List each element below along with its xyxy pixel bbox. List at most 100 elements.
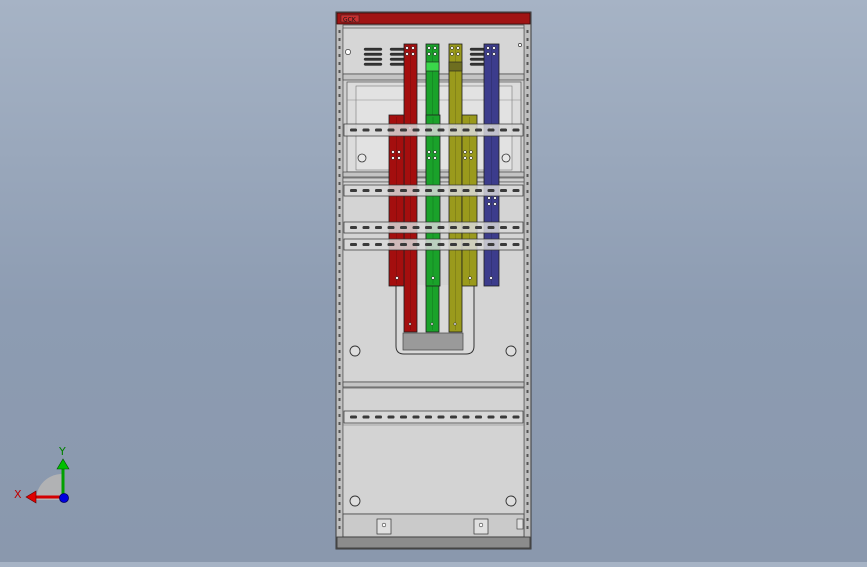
bolt-hole [469,150,473,154]
upright-hole [526,518,529,521]
rail-slot [462,128,470,132]
rail-slot [350,128,357,132]
rail-slot [425,243,432,246]
rail-slot [487,189,495,192]
left-upright-holes [338,30,341,529]
upright-hole [526,374,529,377]
rail-slot [425,128,432,132]
rail-slot [412,226,420,229]
perforated-rail [343,410,524,424]
bolt-hole [469,156,473,160]
upright-hole [526,246,529,249]
rail-slot [375,243,382,246]
cabinet-header-bar [336,12,531,25]
rail-slot [362,189,370,192]
rail-slot [387,189,395,192]
upright-hole [526,46,529,49]
upright-hole [338,406,341,409]
vent-slot [363,47,383,51]
upright-hole [338,110,341,113]
rail-body [343,410,524,424]
bolt-hole [487,202,491,206]
upright-hole [526,470,529,473]
perforated-rail [343,184,524,197]
busbar-phase-b-clamp[interactable] [425,61,440,72]
upright-hole [526,214,529,217]
busbar-phase-c-clamp[interactable] [448,61,463,72]
rail-body [343,123,524,137]
rail-slot [387,415,395,419]
upright-hole [338,254,341,257]
rail-slot [375,415,382,419]
rail-slot [375,128,382,132]
rail-slot [400,415,407,419]
axis-triad[interactable]: Y X [14,445,70,504]
bolt-hole [405,46,409,50]
base-rail [336,536,531,549]
upright-hole [338,510,341,513]
triad-y-arrow [56,458,70,470]
upright-hole [338,446,341,449]
bolt-hole [492,46,496,50]
rail-slot [500,128,507,132]
upright-hole [526,270,529,273]
branch-bar-phase-a[interactable] [388,114,405,287]
upright-hole [338,126,341,129]
upright-hole [338,374,341,377]
rail-slot [487,415,495,419]
upright-hole [526,390,529,393]
upright-hole [526,134,529,137]
upright-hole [526,414,529,417]
bolt-hole [395,276,399,280]
upright-hole [338,430,341,433]
bolt-hole [427,156,431,160]
upright-hole [338,342,341,345]
perforated-rail [343,221,524,234]
upright-hole [338,438,341,441]
bolt-hole [463,150,467,154]
upright-hole [526,142,529,145]
rail-slot [350,189,357,192]
upright-hole [526,174,529,177]
upright-hole [338,414,341,417]
rail-body [343,184,524,197]
upright-hole [338,198,341,201]
branch-bar-phase-b[interactable] [425,114,441,287]
rail-slot [412,243,420,246]
upright-hole [338,78,341,81]
bolt-hole [408,322,412,326]
bolt-hole [492,52,496,56]
upright-hole [526,294,529,297]
rail-slot [512,226,520,229]
rail-body [343,238,524,251]
upright-hole [338,150,341,153]
bolt-hole [493,196,497,200]
bolt-hole [486,46,490,50]
upright-hole [338,30,341,33]
rail-slot [450,415,457,419]
upright-hole [526,182,529,185]
upright-hole [526,318,529,321]
rail-slot [412,128,420,132]
cad-viewport[interactable]: GCK Y X [0,0,867,562]
upright-hole [526,510,529,513]
upright-hole [338,486,341,489]
branch-bar-phase-c[interactable] [461,114,478,287]
upright-hole [338,70,341,73]
rail-slot [512,128,520,132]
rail-slot [350,243,357,246]
rail-slot [475,226,482,229]
bolt-hole [391,156,395,160]
rail-slot [437,415,445,419]
upright-hole [526,78,529,81]
rail-slot [512,243,520,246]
upright-hole [526,462,529,465]
upright-hole [526,222,529,225]
upright-hole [338,494,341,497]
upright-hole [526,94,529,97]
upright-hole [526,150,529,153]
mounting-hole [505,495,517,507]
bolt-hole [411,52,415,56]
mounting-hole [345,49,351,55]
upright-hole [526,190,529,193]
